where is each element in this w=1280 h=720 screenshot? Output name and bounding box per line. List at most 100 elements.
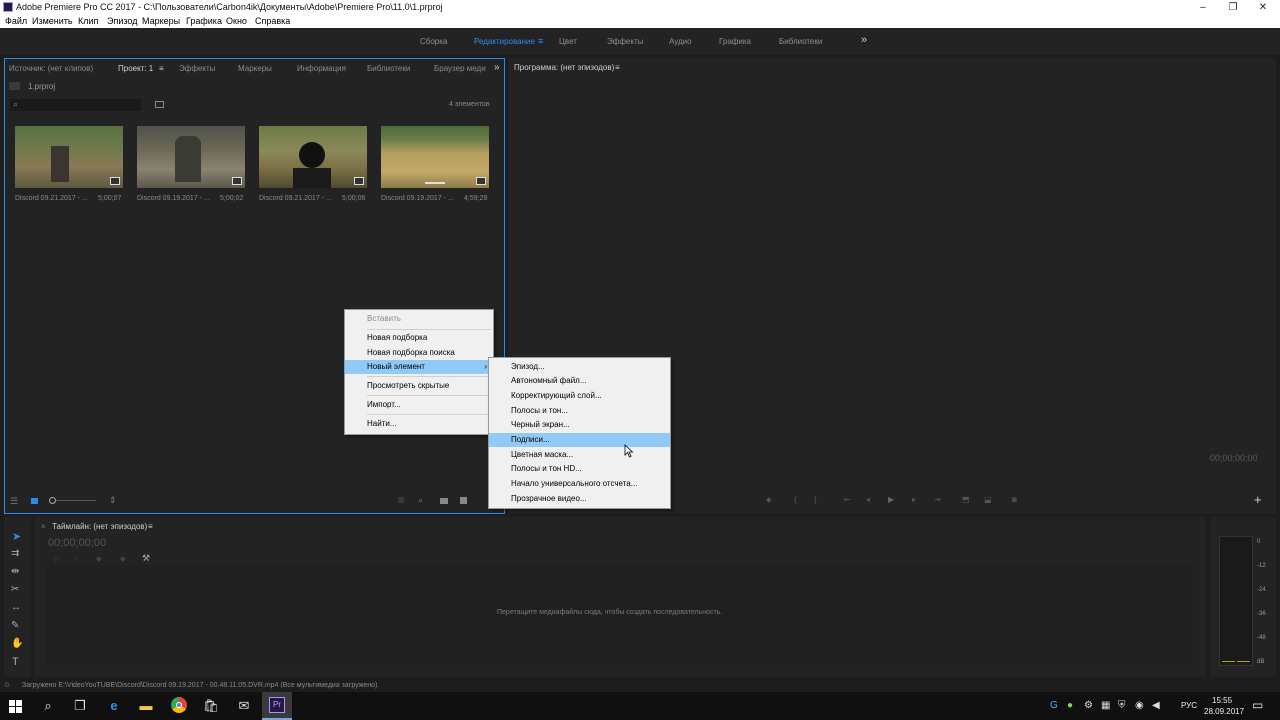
more-tabs-icon[interactable]: »: [494, 62, 500, 73]
menu-help[interactable]: Справка: [255, 16, 290, 26]
clip-thumbnail-1[interactable]: [15, 126, 123, 188]
razor-tool-icon[interactable]: ✂: [11, 584, 19, 595]
submenu-item-offline-file[interactable]: Автономный файл...: [489, 374, 670, 388]
timeline-close-icon[interactable]: ×: [41, 522, 46, 531]
workspace-audio[interactable]: Аудио: [669, 37, 692, 46]
workspace-graphics[interactable]: Графика: [719, 37, 751, 46]
new-search-bin-icon[interactable]: [155, 101, 164, 108]
list-view-icon[interactable]: ☰: [10, 496, 18, 507]
menu-file[interactable]: Файл: [5, 16, 27, 26]
tray-nvidia-icon[interactable]: ●: [1067, 700, 1073, 711]
workspace-assembly[interactable]: Сборка: [420, 37, 447, 46]
windows-start-icon[interactable]: [9, 700, 22, 713]
submenu-item-transparent-video[interactable]: Прозрачное видео...: [489, 492, 670, 506]
zoom-slider-handle[interactable]: [49, 497, 56, 504]
mail-icon[interactable]: ✉: [235, 697, 253, 715]
premiere-taskbar-button[interactable]: Pr: [262, 692, 292, 720]
submenu-item-captions[interactable]: Подписи...: [489, 433, 670, 447]
project-tab-menu-icon[interactable]: ≡: [159, 64, 164, 73]
store-icon[interactable]: 🛍: [202, 697, 220, 715]
extract-icon[interactable]: ⬓: [984, 495, 992, 504]
menu-clip[interactable]: Клип: [78, 16, 98, 26]
clip-thumbnail-4[interactable]: [381, 126, 489, 188]
tab-source[interactable]: Источник: (нет клипов): [9, 64, 93, 73]
language-indicator[interactable]: РУС: [1181, 701, 1197, 710]
tray-security-icon[interactable]: ⛨: [1118, 700, 1126, 711]
tab-project[interactable]: Проект: 1: [118, 64, 153, 73]
selection-tool-icon[interactable]: ➤: [12, 530, 21, 543]
track-select-tool-icon[interactable]: ⇉: [11, 548, 19, 559]
tray-network-icon[interactable]: ▦: [1101, 700, 1110, 711]
add-marker-icon[interactable]: ⬥: [96, 554, 102, 564]
tab-markers[interactable]: Маркеры: [238, 64, 272, 73]
slip-tool-icon[interactable]: ↔: [11, 602, 21, 613]
clock-date[interactable]: 28.09.2017: [1204, 707, 1244, 716]
project-search-input[interactable]: ⌕: [10, 99, 141, 111]
tab-libraries[interactable]: Библиотеки: [367, 64, 410, 73]
close-button[interactable]: ✕: [1248, 0, 1278, 15]
find-icon[interactable]: ⌕: [418, 495, 423, 506]
linked-selection-icon[interactable]: ∩: [74, 554, 80, 563]
go-to-out-icon[interactable]: ⇥: [934, 495, 941, 504]
submenu-item-black-video[interactable]: Черный экран...: [489, 418, 670, 432]
more-workspaces-icon[interactable]: »: [861, 34, 867, 46]
menu-edit[interactable]: Изменить: [32, 16, 73, 26]
menu-item-view-hidden[interactable]: Просмотреть скрытые: [345, 379, 493, 393]
new-item-icon[interactable]: [460, 497, 467, 504]
marker-icon[interactable]: ⬥: [120, 554, 126, 564]
timeline-tab-menu-icon[interactable]: ≡: [148, 522, 153, 531]
submenu-item-sequence[interactable]: Эпизод...: [489, 360, 670, 374]
task-view-icon[interactable]: ❐: [71, 697, 89, 715]
hand-tool-icon[interactable]: ✋: [11, 638, 23, 649]
minimize-button[interactable]: –: [1188, 0, 1218, 15]
menu-item-new-search-bin[interactable]: Новая подборка поиска: [345, 346, 493, 360]
submenu-item-hd-bars-and-tone[interactable]: Полосы и тон HD...: [489, 462, 670, 476]
mark-out-icon[interactable]: }: [814, 495, 817, 504]
ripple-edit-tool-icon[interactable]: ⇹: [11, 566, 19, 577]
program-tab-menu-icon[interactable]: ≡: [615, 63, 620, 72]
menu-item-new-bin[interactable]: Новая подборка: [345, 331, 493, 345]
menu-window[interactable]: Окно: [226, 16, 247, 26]
icon-view-icon[interactable]: [31, 498, 38, 504]
file-explorer-icon[interactable]: ▬: [137, 697, 155, 715]
snap-icon[interactable]: ⊹: [52, 554, 59, 563]
tray-icon[interactable]: ⚙: [1084, 700, 1093, 711]
clip-thumbnail-2[interactable]: [137, 126, 245, 188]
go-to-in-icon[interactable]: ⇤: [844, 495, 851, 504]
pen-tool-icon[interactable]: ✎: [11, 620, 19, 631]
edge-browser-icon[interactable]: e: [105, 697, 123, 715]
search-icon[interactable]: ⌕: [39, 697, 57, 715]
menu-item-paste[interactable]: Вставить: [345, 312, 493, 326]
workspace-menu-icon[interactable]: ≡: [538, 36, 543, 46]
lift-icon[interactable]: ⬒: [962, 495, 970, 504]
menu-item-find[interactable]: Найти...: [345, 417, 493, 431]
export-frame-icon[interactable]: ◙: [1012, 495, 1017, 504]
menu-graphics[interactable]: Графика: [186, 16, 222, 26]
wrench-icon[interactable]: ⚒: [142, 553, 150, 564]
type-tool-icon[interactable]: T: [12, 656, 19, 668]
tray-chrome-icon[interactable]: ◉: [1135, 700, 1144, 711]
submenu-item-color-matte[interactable]: Цветная маска...: [489, 448, 670, 462]
workspace-effects[interactable]: Эффекты: [607, 37, 643, 46]
menu-sequence[interactable]: Эпизод: [107, 16, 137, 26]
tab-media-browser[interactable]: Браузер меди: [434, 64, 486, 73]
tab-info[interactable]: Информация: [297, 64, 346, 73]
tab-timeline[interactable]: Таймлайн: (нет эпизодов): [52, 522, 147, 531]
tab-program[interactable]: Программа: (нет эпизодов): [514, 63, 614, 72]
step-forward-icon[interactable]: ▸: [912, 495, 916, 504]
clock-time[interactable]: 15:55: [1212, 696, 1232, 705]
menu-item-import[interactable]: Импорт...: [345, 398, 493, 412]
add-marker-icon[interactable]: ⬥: [766, 495, 772, 505]
submenu-item-universal-countdown[interactable]: Начало универсального отсчета...: [489, 477, 670, 491]
notifications-icon[interactable]: ▭: [1252, 698, 1263, 712]
submenu-item-bars-and-tone[interactable]: Полосы и тон...: [489, 404, 670, 418]
play-icon[interactable]: ▶: [888, 495, 894, 504]
maximize-button[interactable]: ❐: [1218, 0, 1248, 15]
sort-icon[interactable]: ⇕: [109, 495, 117, 506]
chrome-icon[interactable]: [171, 697, 187, 713]
submenu-item-adjustment-layer[interactable]: Корректирующий слой...: [489, 389, 670, 403]
workspace-color[interactable]: Цвет: [559, 37, 577, 46]
new-bin-icon[interactable]: [440, 498, 448, 504]
clip-thumbnail-3[interactable]: [259, 126, 367, 188]
menu-item-new-item[interactable]: Новый элемент ›: [345, 360, 493, 374]
